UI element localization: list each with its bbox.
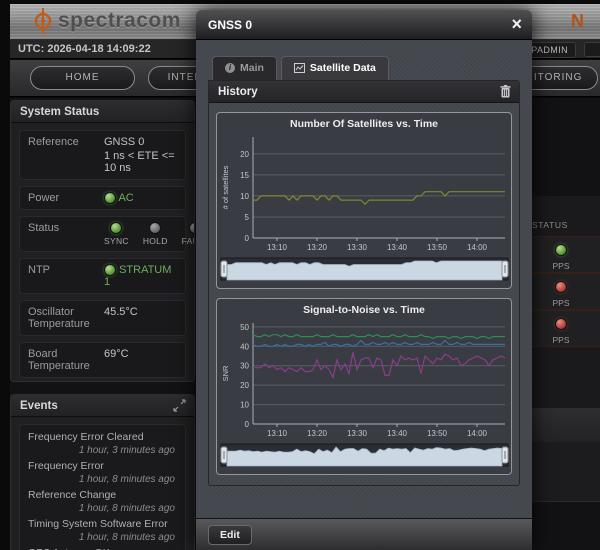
series-snr-low: [253, 352, 505, 377]
svg-text:SNR: SNR: [221, 365, 230, 381]
snr-chart-canvas: 0 10 20 30 40 50 13:10 13:20 13:30 13:40 13:50 14:0…: [218, 317, 510, 471]
modal-title: GNSS 0: [208, 18, 252, 32]
status-card-status: Status SYNC HOLD FAULT: [19, 216, 186, 252]
snr-chart: Signal-to-Noise vs. Time 0 10 20 30 40 50 13:1…: [216, 298, 512, 475]
event-item: Frequency Error Cleared 1 hour, 3 minute…: [28, 431, 177, 460]
svg-text:13:10: 13:10: [266, 243, 287, 252]
svg-text:40: 40: [240, 342, 249, 351]
svg-text:50: 50: [240, 323, 249, 332]
sync-indicator: SYNC: [104, 222, 129, 246]
trash-icon[interactable]: [500, 85, 511, 98]
svg-text:# of satellites: # of satellites: [221, 165, 230, 209]
system-status-panel: System Status Reference GNSS 0 1 ns < ET…: [10, 100, 195, 382]
event-item: Frequency Error 1 hour, 8 minutes ago: [28, 460, 177, 489]
event-item: Timing System Software Error 1 hour, 8 m…: [28, 518, 177, 547]
status-card-power: Power AC: [19, 186, 186, 210]
tab-satellite-data[interactable]: Satellite Data: [281, 56, 389, 80]
svg-text:5: 5: [244, 213, 249, 222]
svg-text:0: 0: [244, 234, 249, 243]
status-card-board-temp: Board Temperature 69°C: [19, 342, 186, 378]
svg-text:0: 0: [244, 420, 249, 429]
spectracom-logo-icon: [32, 7, 54, 35]
chart-icon: [294, 63, 305, 73]
series-satellites: [253, 192, 505, 205]
gnss-modal: GNSS 0 × i Main Satellite Data: [196, 10, 532, 550]
svg-text:20: 20: [240, 381, 249, 390]
chart-title: Number Of Satellites vs. Time: [218, 115, 510, 131]
edge-chip: [584, 42, 600, 57]
chart-title: Signal-to-Noise vs. Time: [218, 301, 510, 317]
svg-text:20: 20: [240, 150, 249, 159]
events-header: Events: [11, 395, 194, 417]
events-list: Frequency Error Cleared 1 hour, 3 minute…: [19, 424, 186, 550]
tab-main[interactable]: i Main: [212, 56, 277, 80]
power-status-dot: [104, 192, 116, 204]
svg-text:14:00: 14:00: [466, 243, 487, 252]
utc-clock: UTC: 2026-04-18 14:09:22: [18, 43, 151, 55]
chart-canvas: 0 10 20 30 40 50 13:10 13:20 13:30 13:40 13:50 14:0…: [219, 317, 510, 471]
spectracom-logo[interactable]: spectracom: [32, 7, 181, 35]
svg-text:13:10: 13:10: [266, 429, 287, 438]
history-header: History: [209, 81, 519, 103]
svg-text:30: 30: [240, 362, 249, 371]
event-item: Reference Change 1 hour, 8 minutes ago: [28, 489, 177, 518]
series-snr-high: [253, 335, 505, 339]
svg-text:13:40: 13:40: [386, 243, 407, 252]
status-card-ntp: NTP STRATUM 1: [19, 258, 186, 294]
series-snr-mid: [253, 341, 505, 347]
hold-indicator: HOLD: [143, 222, 168, 246]
svg-text:13:20: 13:20: [306, 243, 327, 252]
modal-title-bar[interactable]: GNSS 0 ×: [196, 10, 532, 40]
system-status-header: System Status: [11, 101, 194, 123]
svg-text:13:40: 13:40: [386, 429, 407, 438]
fault-indicator: FAULT: [182, 222, 195, 246]
svg-text:13:50: 13:50: [426, 429, 447, 438]
status-column-header: STATUS: [532, 220, 568, 230]
svg-text:13:50: 13:50: [426, 243, 447, 252]
modal-footer: Edit: [196, 518, 532, 550]
info-icon: i: [225, 63, 235, 73]
page: spectracom N UTC: 2026-04-18 14:09:22 WE…: [0, 0, 600, 550]
svg-text:10: 10: [240, 401, 249, 410]
nav-home-button[interactable]: HOME: [30, 66, 135, 90]
modal-tabs: i Main Satellite Data: [212, 56, 520, 80]
pps-status-dot: [555, 244, 567, 256]
events-panel: Events Frequency Error Cleared 1 hour, 3…: [10, 394, 195, 550]
logo-text: spectracom: [58, 9, 181, 33]
svg-text:13:20: 13:20: [306, 429, 327, 438]
close-icon[interactable]: ×: [511, 10, 522, 38]
edit-button[interactable]: Edit: [208, 525, 252, 545]
svg-text:15: 15: [240, 171, 249, 180]
svg-text:10: 10: [240, 192, 249, 201]
satellites-chart-canvas: 0 5 10 15 20 13:10 13:20 13:30 13:40 13:50 14:00 # …: [218, 131, 510, 285]
satellites-chart: Number Of Satellites vs. Time 0 5 10 15 20 13…: [216, 112, 512, 289]
svg-text:13:30: 13:30: [346, 243, 367, 252]
pps-status-dot: [555, 281, 567, 293]
svg-text:13:30: 13:30: [346, 429, 367, 438]
status-card-reference: Reference GNSS 0 1 ns < ETE <= 10 ns: [19, 130, 186, 180]
ntp-status-dot: [104, 264, 116, 276]
expand-icon[interactable]: [173, 399, 186, 412]
chart-canvas: 0 5 10 15 20 13:10 13:20 13:30 13:40 13:50 14:00 # …: [219, 131, 510, 285]
modal-body: i Main Satellite Data History: [196, 40, 532, 518]
brand-fragment: N: [571, 11, 584, 32]
history-body: Number Of Satellites vs. Time 0 5 10 15 20 13…: [209, 103, 519, 485]
pps-status-dot: [555, 318, 567, 330]
svg-text:14:00: 14:00: [466, 429, 487, 438]
status-card-oscillator-temp: Oscillator Temperature 45.5°C: [19, 300, 186, 336]
history-panel: History Number Of Satellites vs. Time 0 5…: [208, 80, 520, 486]
